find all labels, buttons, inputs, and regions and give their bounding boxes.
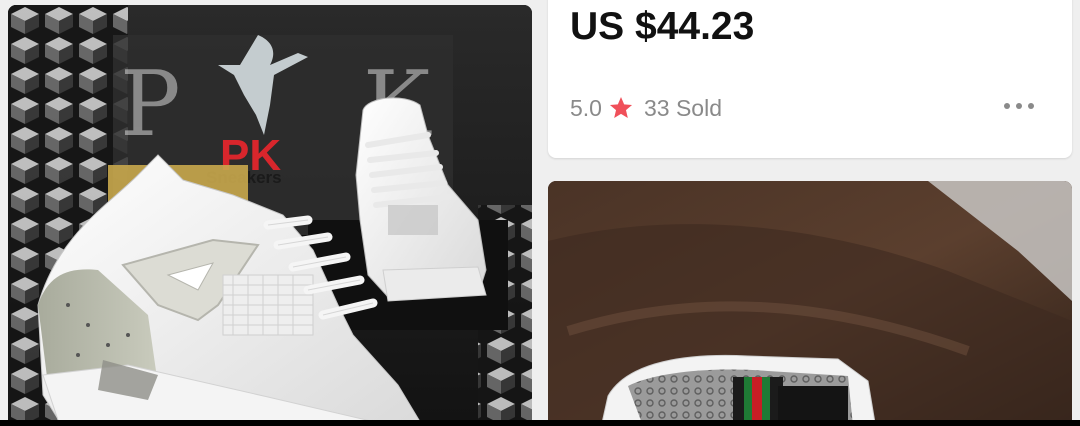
rating-value: 5.0 <box>570 94 602 121</box>
product-image-card[interactable] <box>548 181 1072 426</box>
background-letter-p: P <box>120 52 181 157</box>
more-dot <box>1028 103 1034 109</box>
sneaker-photo: P K PK Sneakers <box>8 5 532 426</box>
rating-sold-row: 5.0 33 Sold <box>570 95 722 121</box>
product-info-card[interactable]: US $44.23 5.0 33 Sold <box>548 0 1072 158</box>
product-price: US $44.23 <box>570 5 755 48</box>
more-dot <box>1016 103 1022 109</box>
product-feed: P K PK Sneakers <box>0 0 1080 426</box>
star-icon <box>609 96 633 118</box>
more-options-icon[interactable] <box>1004 102 1034 110</box>
bottom-edge <box>0 420 1080 426</box>
sold-count: 33 Sold <box>643 94 722 121</box>
more-dot <box>1004 103 1010 109</box>
sneaker-photo <box>548 181 1072 426</box>
product-image-card[interactable]: P K PK Sneakers <box>8 5 532 426</box>
